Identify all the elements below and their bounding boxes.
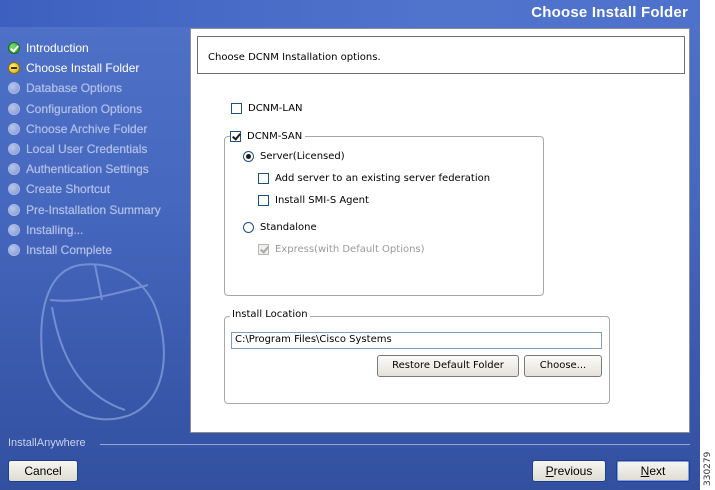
checkbox-icon xyxy=(258,195,269,206)
install-location-legend: Install Location xyxy=(230,309,310,320)
step-database-options: Database Options xyxy=(8,78,188,98)
dcnm-san-label: DCNM-SAN xyxy=(247,131,303,142)
circle-icon xyxy=(8,243,20,256)
dcnm-lan-label: DCNM-LAN xyxy=(248,103,303,114)
smis-label: Install SMI-S Agent xyxy=(275,195,369,206)
step-local-user-credentials: Local User Credentials xyxy=(8,139,188,159)
cancel-button[interactable]: Cancel xyxy=(8,460,78,482)
mouse-watermark-icon xyxy=(40,263,165,421)
radio-icon xyxy=(243,222,254,233)
dcnm-lan-checkbox[interactable]: DCNM-LAN xyxy=(231,103,303,114)
server-licensed-radio[interactable]: Server(Licensed) xyxy=(243,151,345,162)
express-label: Express(with Default Options) xyxy=(275,244,425,255)
radio-selected-icon xyxy=(243,151,254,162)
step-label: Local User Credentials xyxy=(26,142,148,157)
circle-icon xyxy=(8,82,20,95)
previous-mnemonic: P xyxy=(545,464,554,478)
step-label: Pre-Installation Summary xyxy=(26,202,161,217)
instructions-box: Choose DCNM Installation options. xyxy=(197,36,685,74)
window-title: Choose Install Folder xyxy=(531,4,688,21)
step-authentication-settings: Authentication Settings xyxy=(8,159,188,179)
circle-icon xyxy=(8,122,20,135)
checkbox-disabled-icon xyxy=(258,244,269,255)
step-label: Authentication Settings xyxy=(26,162,149,177)
next-label: ext xyxy=(649,464,666,478)
standalone-label: Standalone xyxy=(260,222,317,233)
checkbox-icon xyxy=(258,173,269,184)
install-smis-checkbox[interactable]: Install SMI-S Agent xyxy=(258,195,369,206)
checkbox-checked-icon xyxy=(230,131,241,142)
add-server-label: Add server to an existing server federat… xyxy=(275,173,491,184)
circle-icon xyxy=(8,223,20,236)
step-configuration-options: Configuration Options xyxy=(8,99,188,119)
step-pre-installation-summary: Pre-Installation Summary xyxy=(8,200,188,220)
add-server-federation-checkbox[interactable]: Add server to an existing server federat… xyxy=(258,173,490,184)
step-introduction: Introduction xyxy=(8,38,188,58)
steps-list: Introduction Choose Install Folder Datab… xyxy=(8,38,188,260)
choose-folder-button[interactable]: Choose... xyxy=(524,355,602,377)
footer-divider xyxy=(100,444,690,445)
figure-number-text: 330279 xyxy=(703,451,713,486)
step-label: Choose Archive Folder xyxy=(26,121,148,136)
install-path-input[interactable]: C:\Program Files\Cisco Systems xyxy=(231,332,602,349)
step-choose-archive-folder: Choose Archive Folder xyxy=(8,119,188,139)
installer-window: Choose Install Folder Introduction Choos… xyxy=(0,0,700,490)
circle-icon xyxy=(8,102,20,115)
previous-label: revious xyxy=(553,464,593,478)
step-installing: Installing... xyxy=(8,220,188,240)
circle-icon xyxy=(8,183,20,196)
restore-default-folder-button[interactable]: Restore Default Folder xyxy=(377,355,519,377)
circle-icon xyxy=(8,203,20,216)
step-label: Create Shortcut xyxy=(26,182,111,197)
step-label: Introduction xyxy=(26,41,89,56)
header-bar: Choose Install Folder xyxy=(0,0,700,27)
circle-icon xyxy=(8,163,20,176)
figure-number: 330279 xyxy=(702,448,714,488)
step-create-shortcut: Create Shortcut xyxy=(8,179,188,199)
step-choose-install-folder: Choose Install Folder xyxy=(8,58,188,78)
step-label: Choose Install Folder xyxy=(26,61,140,76)
step-label: Database Options xyxy=(26,81,123,96)
dcnm-san-checkbox[interactable]: DCNM-SAN xyxy=(230,131,306,142)
arrow-right-icon xyxy=(8,62,20,75)
standalone-radio[interactable]: Standalone xyxy=(243,222,317,233)
step-label: Installing... xyxy=(26,222,84,237)
previous-button[interactable]: Previous xyxy=(532,460,606,482)
step-label: Configuration Options xyxy=(26,101,143,116)
express-checkbox: Express(with Default Options) xyxy=(258,244,425,255)
check-icon xyxy=(8,42,20,55)
checkbox-icon xyxy=(231,103,242,114)
circle-icon xyxy=(8,143,20,156)
brand-label: InstallAnywhere xyxy=(8,437,86,449)
next-button[interactable]: Next xyxy=(616,460,690,482)
server-licensed-label: Server(Licensed) xyxy=(260,151,345,162)
